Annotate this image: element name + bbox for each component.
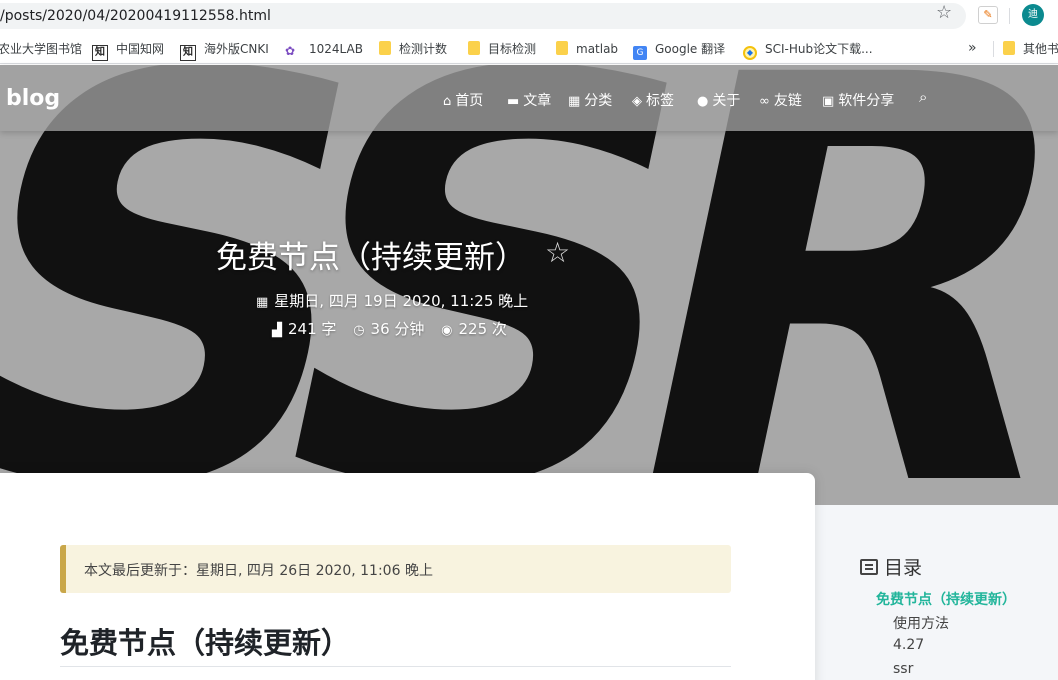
nav-archive[interactable]: ▬ 文章 (507, 90, 551, 110)
category-icon: ▦ (568, 94, 581, 109)
post-title: 免费节点（持续更新） (216, 240, 526, 276)
view-count: 225 次 (458, 320, 507, 338)
bookmark-label: 1024LAB (309, 42, 363, 56)
folder-icon (379, 41, 391, 55)
nav-category[interactable]: ▦ 分类 (568, 90, 612, 110)
nav-label: 首页 (455, 93, 484, 109)
hero-overlay (0, 65, 1058, 505)
post-heading: 免费节点（持续更新） (60, 626, 351, 660)
nav-label: 文章 (523, 93, 552, 109)
favorite-star-icon[interactable]: ☆ (545, 236, 570, 269)
tags-icon: ◈ (632, 94, 642, 109)
google-translate-icon: G (633, 46, 647, 60)
more-bookmarks-icon[interactable]: » (968, 40, 977, 56)
nav-tags[interactable]: ◈ 标签 (632, 90, 674, 110)
bookmark-label: 海外版CNKI (204, 42, 269, 56)
nav-label: 标签 (646, 93, 674, 109)
url-text[interactable]: /posts/2020/04/20200419112558.html (0, 8, 271, 24)
bookmark-item[interactable]: ✿ 1024LAB (285, 40, 363, 58)
bookmark-item[interactable]: 其他书 (1003, 40, 1058, 58)
bookmark-label: SCI-Hub论文下载... (765, 42, 873, 56)
list-icon (860, 559, 878, 575)
bookmark-item[interactable]: 知中国知网 (92, 40, 165, 61)
zhi-icon: 知 (92, 45, 108, 61)
software-icon: ▣ (822, 94, 835, 109)
eye-icon: ◉ (441, 323, 453, 338)
toc-item[interactable]: ssr (893, 661, 913, 677)
folder-icon (1003, 41, 1015, 55)
read-time: 36 分钟 (370, 320, 425, 338)
update-notice: 本文最后更新于：星期日, 四月 26日 2020, 11:06 晚上 (60, 545, 731, 593)
scihub-icon: ◆ (743, 46, 757, 60)
bookmark-item[interactable]: 知海外版CNKI (180, 40, 269, 61)
bookmark-item[interactable]: 农业大学图书馆 (0, 40, 82, 58)
bookmark-label: matlab (576, 42, 619, 56)
user-icon: ● (697, 94, 709, 109)
calendar-icon: ▦ (256, 295, 269, 310)
folder-icon (468, 41, 480, 55)
nav-label: 软件分享 (838, 93, 895, 109)
update-notice-text: 本文最后更新于：星期日, 四月 26日 2020, 11:06 晚上 (84, 563, 433, 579)
bookmark-label: 农业大学图书馆 (0, 42, 83, 56)
post-stats-row: ▟ 241 字 ◷ 36 分钟 ◉ 225 次 (272, 318, 507, 339)
word-count: 241 字 (288, 320, 337, 338)
clock-icon: ◷ (353, 323, 365, 338)
extension-icon[interactable]: ✎ (978, 6, 998, 24)
post-date: 星期日, 四月 19日 2020, 11:25 晚上 (274, 292, 529, 310)
bookmark-star-icon[interactable]: ☆ (936, 3, 952, 23)
archive-icon: ▬ (507, 94, 520, 109)
zhi-icon: 知 (180, 45, 196, 61)
nav-software[interactable]: ▣ 软件分享 (822, 90, 894, 110)
bookmark-label: 目标检测 (488, 42, 537, 56)
bookmarks-bar: 农业大学图书馆 知中国知网 知海外版CNKI ✿ 1024LAB 检测计数 目标检… (0, 34, 1058, 64)
nav-home[interactable]: ⌂ 首页 (443, 90, 483, 110)
bookmark-label: Google 翻译 (655, 42, 726, 56)
nav-links[interactable]: ∞ 友链 (759, 90, 802, 110)
bookmark-item[interactable]: ◆ SCI-Hub论文下载... (743, 40, 873, 60)
nav-label: 分类 (584, 93, 613, 109)
address-bar-row: /posts/2020/04/20200419112558.html ☆ ✎ 迪 (0, 0, 1058, 34)
bookmark-item[interactable]: 目标检测 (468, 40, 536, 58)
nav-about[interactable]: ● 关于 (697, 90, 740, 110)
site-navbar: blog ⌂ 首页 ▬ 文章 ▦ 分类 ◈ 标签 ● 关于 ∞ 友链 ▣ 软件分享 ⌕ (0, 65, 1058, 131)
bookmark-label: 其他书 (1023, 42, 1058, 56)
chart-bars-icon: ▟ (272, 323, 282, 338)
link-icon: ∞ (759, 94, 770, 109)
bookmark-label: 检测计数 (399, 42, 448, 56)
nav-label: 友链 (773, 93, 802, 109)
toc-item[interactable]: 4.27 (893, 637, 924, 653)
post-date-row: ▦ 星期日, 四月 19日 2020, 11:25 晚上 (256, 290, 528, 311)
lab-icon: ✿ (285, 44, 296, 58)
hero-banner: SSR (0, 65, 1058, 505)
bookmark-label: 中国知网 (116, 42, 165, 56)
toolbar-divider (1009, 8, 1010, 24)
bookmark-item[interactable]: G Google 翻译 (633, 40, 726, 60)
bookmark-item[interactable]: matlab (556, 40, 618, 58)
site-brand[interactable]: blog (6, 86, 60, 111)
toc-item[interactable]: 使用方法 (893, 613, 949, 633)
search-icon[interactable]: ⌕ (919, 88, 927, 106)
toc-title: 目录 (860, 553, 922, 580)
heading-divider (60, 666, 731, 667)
nav-label: 关于 (712, 93, 741, 109)
bookmark-item[interactable]: 检测计数 (379, 40, 447, 58)
omnibox[interactable]: /posts/2020/04/20200419112558.html (0, 3, 966, 29)
home-icon: ⌂ (443, 94, 452, 109)
toc-item-active[interactable]: 免费节点（持续更新） (876, 589, 1016, 609)
bookmarks-divider (993, 41, 994, 57)
toc-title-label: 目录 (884, 557, 923, 579)
profile-avatar[interactable]: 迪 (1022, 4, 1044, 26)
folder-icon (556, 41, 568, 55)
